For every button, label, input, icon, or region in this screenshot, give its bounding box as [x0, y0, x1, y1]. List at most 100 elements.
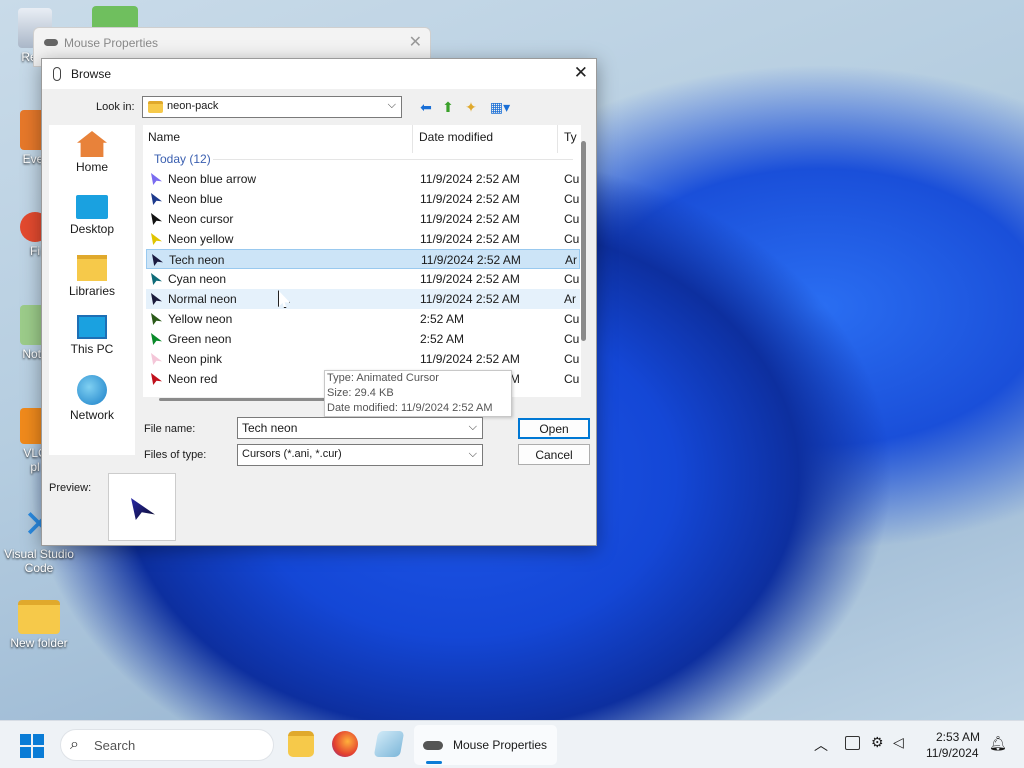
open-button[interactable]: Open — [518, 418, 590, 439]
mouse-icon — [423, 741, 443, 750]
file-name: Cyan neon — [168, 272, 227, 286]
column-header-type[interactable]: Ty — [559, 125, 581, 153]
network-icon[interactable]: ⚙ — [871, 734, 884, 751]
libraries-icon — [77, 255, 107, 281]
active-indicator — [426, 761, 442, 764]
file-row[interactable]: Normal neon 11/9/2024 2:52 AM Ar — [146, 289, 580, 309]
search-icon: ⌕ — [70, 736, 79, 753]
taskbar: ⌕ Search Mouse Properties ︿ ⚙ ◁ 2:53 AM … — [0, 720, 1024, 768]
file-type: Cu — [564, 272, 580, 286]
file-row[interactable]: Tech neon 11/9/2024 2:52 AM Ar — [146, 249, 580, 269]
view-menu-icon[interactable]: ▦▾ — [486, 97, 514, 117]
firefox-icon[interactable] — [332, 731, 358, 757]
file-type: Cu — [564, 352, 580, 366]
file-list[interactable]: Name Date modified Ty Today (12) Neon bl… — [143, 125, 581, 397]
file-type-select[interactable]: Cursors (*.ani, *.cur) ⌵ — [237, 444, 483, 466]
back-icon[interactable]: ⬅ — [416, 97, 436, 117]
search-placeholder: Search — [94, 738, 136, 753]
desktop-icon-label: New folder — [10, 636, 68, 650]
file-explorer-icon[interactable] — [288, 731, 314, 757]
speaker-icon[interactable]: ◁ — [893, 734, 904, 751]
desktop-icon-new-folder[interactable]: New folder — [4, 600, 74, 650]
file-name: Neon red — [168, 372, 218, 386]
file-row[interactable]: Neon blue arrow 11/9/2024 2:52 AM Cu — [146, 169, 580, 189]
file-row[interactable]: Green neon 2:52 AM Cu — [146, 329, 580, 349]
taskbar-app-label: Mouse Properties — [453, 738, 548, 752]
clock-date[interactable]: 11/9/2024 — [926, 746, 979, 760]
chevron-up-icon[interactable]: ︿ — [814, 735, 828, 755]
place-desktop[interactable]: Desktop — [49, 195, 135, 236]
column-header-date[interactable]: Date modified — [414, 125, 558, 153]
file-type-label: Files of type: — [144, 449, 207, 461]
file-name: Neon pink — [168, 352, 223, 366]
place-label: Home — [75, 160, 108, 174]
group-header[interactable]: Today (12) — [154, 152, 211, 166]
bell-icon[interactable]: 🔔︎ — [989, 735, 1007, 752]
file-name-input[interactable]: Tech neon ⌵ — [237, 417, 483, 439]
column-label: Ty — [564, 130, 577, 144]
file-row[interactable]: Neon cursor 11/9/2024 2:52 AM Cu — [146, 209, 580, 229]
new-folder-icon[interactable]: ✦ — [461, 97, 481, 117]
file-date: 2:52 AM — [420, 332, 465, 346]
folder-icon — [18, 600, 60, 634]
look-in-dropdown[interactable]: neon-pack ⌵ — [142, 96, 402, 118]
file-row[interactable]: Yellow neon 2:52 AM Cu — [146, 309, 580, 329]
column-header-name[interactable]: Name — [143, 125, 413, 153]
cancel-button[interactable]: Cancel — [518, 444, 590, 465]
taskbar-mouse-properties[interactable]: Mouse Properties — [414, 725, 557, 765]
cursor-preview-icon — [131, 498, 155, 520]
place-libraries[interactable]: Libraries — [49, 255, 135, 298]
file-type: Cu — [564, 172, 580, 186]
mouse-icon — [44, 39, 58, 46]
file-date: 11/9/2024 2:52 AM — [421, 253, 521, 267]
file-type: Ar — [565, 253, 577, 267]
file-type: Cu — [564, 372, 580, 386]
file-row[interactable]: Neon pink 11/9/2024 2:52 AM Cu — [146, 349, 580, 369]
notepad-icon[interactable] — [373, 731, 405, 757]
dialog-titlebar: Browse ✕ — [42, 59, 596, 89]
file-name-label: File name: — [144, 423, 196, 435]
file-type-value: Cursors (*.ani, *.cur) — [242, 448, 342, 460]
cursor-file-icon — [151, 373, 162, 385]
place-this-pc[interactable]: This PC — [49, 315, 135, 356]
file-name: Green neon — [168, 332, 232, 346]
file-name-value: Tech neon — [242, 421, 298, 435]
cursor-file-icon — [151, 193, 162, 205]
file-date: 11/9/2024 2:52 AM — [420, 272, 520, 286]
file-row[interactable]: Neon blue 11/9/2024 2:52 AM Cu — [146, 189, 580, 209]
file-date: 11/9/2024 2:52 AM — [420, 212, 520, 226]
file-name: Neon yellow — [168, 232, 234, 246]
vertical-scrollbar[interactable] — [581, 141, 586, 341]
place-network[interactable]: Network — [49, 375, 135, 422]
file-row[interactable]: Cyan neon 11/9/2024 2:52 AM Cu — [146, 269, 580, 289]
start-windows-icon[interactable] — [20, 734, 44, 758]
close-icon[interactable]: ✕ — [409, 32, 422, 52]
preview-label: Preview: — [49, 482, 92, 494]
place-home[interactable]: Home — [49, 131, 135, 174]
file-type: Cu — [564, 332, 580, 346]
column-label: Name — [148, 130, 181, 144]
place-label: This PC — [70, 342, 114, 356]
close-button[interactable]: ✕ — [574, 63, 588, 83]
group-divider — [213, 159, 573, 160]
tooltip-size: Size: 29.4 KB — [327, 387, 394, 399]
file-name: Neon blue — [168, 192, 223, 206]
file-date: 2:52 AM — [420, 312, 465, 326]
file-type: Cu — [564, 312, 580, 326]
file-tooltip: Type: Animated Cursor Size: 29.4 KB Date… — [324, 370, 512, 417]
file-row[interactable]: Neon yellow 11/9/2024 2:52 AM Cu — [146, 229, 580, 249]
chevron-down-icon[interactable]: ⌵ — [469, 421, 477, 434]
file-date: 11/9/2024 2:52 AM — [420, 232, 520, 246]
cursor-file-icon — [151, 233, 162, 245]
file-name: Neon cursor — [168, 212, 234, 226]
file-type: Cu — [564, 192, 580, 206]
tooltip-date: Date modified: 11/9/2024 2:52 AM — [327, 402, 493, 414]
clock-time[interactable]: 2:53 AM — [936, 730, 980, 744]
taskbar-search[interactable]: ⌕ Search — [60, 729, 274, 761]
cursor-file-icon — [151, 333, 162, 345]
look-in-value: neon-pack — [167, 100, 219, 112]
display-icon[interactable] — [845, 736, 860, 750]
file-name: Tech neon — [169, 253, 225, 267]
file-name: Neon blue arrow — [168, 172, 257, 186]
up-folder-icon[interactable]: ⬆ — [438, 97, 458, 117]
